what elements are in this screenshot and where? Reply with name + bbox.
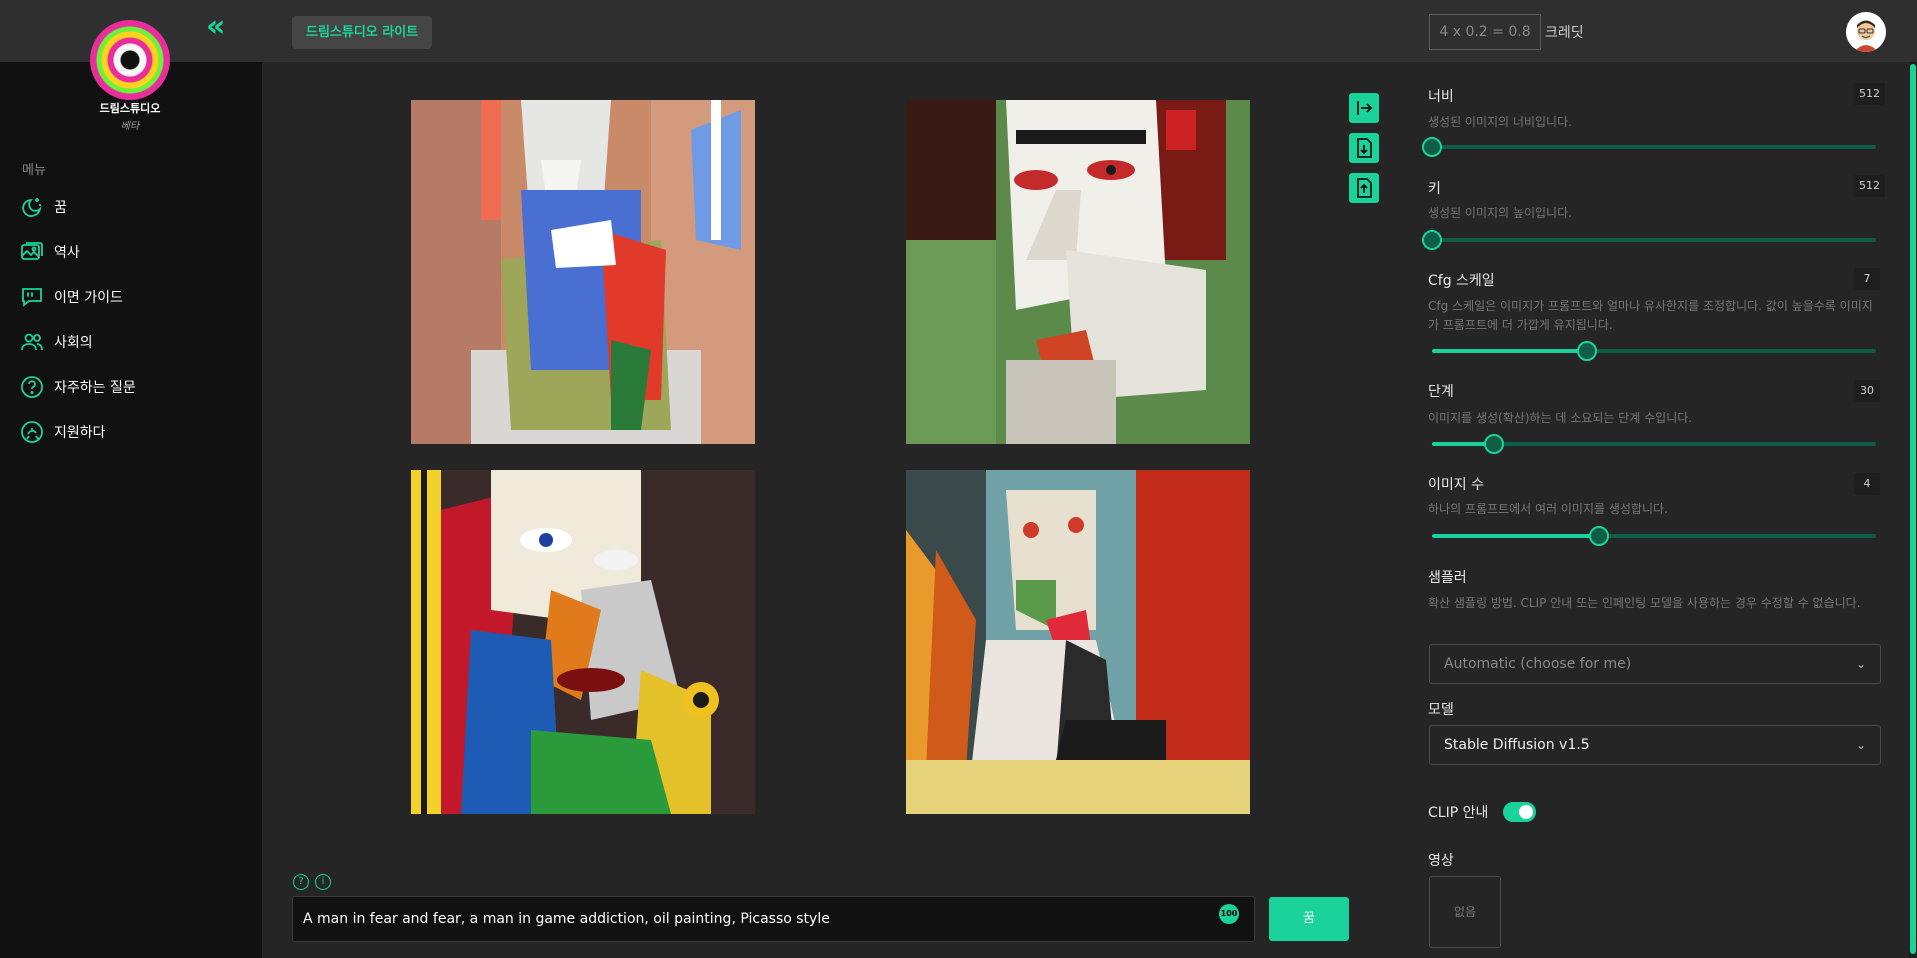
users-icon (20, 330, 44, 354)
file-upscale-icon (1357, 178, 1372, 198)
sidebar-item-community[interactable]: 사회의 (20, 327, 93, 357)
clip-guidance-toggle[interactable] (1503, 802, 1536, 822)
moon-stars-icon (20, 195, 44, 219)
sidebar-item-label: 역사 (54, 245, 80, 261)
cfg-scale-slider[interactable] (1432, 341, 1876, 361)
cfg-scale-label: Cfg 스케일 (1428, 273, 1495, 289)
steps-slider-thumb[interactable] (1484, 434, 1505, 454)
image-count-label: 이미지 수 (1428, 477, 1484, 493)
model-select[interactable]: Stable Diffusion v1.5 ⌄ (1429, 725, 1881, 765)
model-label: 모델 (1428, 702, 1454, 718)
sampler-selected-value: Automatic (choose for me) (1444, 656, 1632, 672)
dreamstudio-lite-button[interactable]: 드림스튜디오 라이트 (292, 16, 433, 49)
image-count-description: 하나의 프롬프트에서 여러 이미지를 생성합니다. (1428, 502, 1668, 516)
download-button[interactable] (1349, 133, 1379, 163)
width-slider-thumb[interactable] (1422, 137, 1442, 157)
cfg-scale-description: Cfg 스케일은 이미지가 프롬프트와 얼마나 유사한지를 조정합니다. 값이 … (1428, 299, 1873, 332)
collapse-sidebar-icon[interactable]: « (206, 12, 236, 44)
height-slider[interactable] (1422, 230, 1876, 250)
width-label: 너비 (1428, 89, 1454, 105)
sampler-description: 확산 샘플링 방법. CLIP 안내 또는 인페인팅 모델을 사용하는 경우 수… (1428, 596, 1861, 610)
send-to-input-button[interactable] (1349, 93, 1379, 123)
sidebar-item-label: 사회의 (54, 335, 93, 351)
width-description: 생성된 이미지의 너비입니다. (1428, 115, 1572, 129)
brand-beta-label: 베타 (120, 121, 140, 132)
steps-label: 단계 (1428, 384, 1454, 400)
arrow-right-bar-icon (1357, 101, 1373, 115)
cfg-scale-slider-thumb[interactable] (1577, 341, 1598, 361)
dreamstudio-logo[interactable] (90, 20, 170, 100)
prompt-help-icons: ? i (293, 874, 331, 890)
help-icon[interactable]: ? (293, 874, 309, 890)
prompt-input[interactable]: A man in fear and fear, a man in game ad… (292, 896, 1255, 942)
steps-value: 30 (1854, 380, 1880, 402)
dreamstudio-app: 드림스튜디오 베타 « 드림스튜디오 라이트 4 x 0.2 = 0.8 크레딧… (0, 0, 1917, 958)
credit-label: 크레딧 (1545, 25, 1584, 41)
steps-description: 이미지를 생성(확산)하는 데 소요되는 단계 수입니다. (1428, 411, 1693, 425)
upscale-button[interactable] (1349, 173, 1379, 203)
steps-slider[interactable] (1432, 434, 1876, 454)
sampler-select[interactable]: Automatic (choose for me) ⌄ (1429, 644, 1881, 684)
chevron-down-icon: ⌄ (1855, 738, 1866, 752)
sidebar-item-history[interactable]: 역사 (20, 237, 80, 267)
image-count-value: 4 (1854, 473, 1880, 495)
info-icon[interactable]: i (315, 874, 331, 890)
clip-guidance-label: CLIP 안내 (1428, 805, 1489, 821)
init-image-label: 영상 (1428, 853, 1454, 869)
top-bar (0, 0, 1917, 62)
init-image-dropzone[interactable]: 없음 (1429, 876, 1501, 948)
generated-image-2[interactable] (906, 100, 1250, 444)
credit-cost-box: 4 x 0.2 = 0.8 (1429, 14, 1541, 50)
user-avatar[interactable] (1846, 12, 1886, 52)
question-circle-icon (20, 375, 44, 399)
sidebar-item-label: 꿈 (54, 200, 67, 216)
image-count-slider-thumb[interactable] (1588, 526, 1609, 546)
sidebar-item-dream[interactable]: 꿈 (20, 192, 67, 222)
settings-scroll-thumb[interactable] (1910, 64, 1916, 954)
sidebar-item-prompt-guide[interactable]: 이면 가이드 (20, 282, 123, 312)
quote-bubble-icon (20, 285, 44, 309)
sidebar-item-label: 자주하는 질문 (54, 380, 136, 396)
height-description: 생성된 이미지의 높이입니다. (1428, 206, 1572, 220)
generated-image-1[interactable] (411, 100, 755, 444)
sampler-label: 샘플러 (1428, 570, 1467, 586)
height-value: 512 (1854, 175, 1885, 197)
sidebar-item-label: 지원하다 (54, 425, 106, 441)
menu-heading: 메뉴 (22, 163, 46, 178)
dream-button[interactable]: 꿈 (1269, 897, 1349, 941)
images-icon (20, 240, 44, 264)
cfg-scale-value: 7 (1854, 268, 1880, 290)
file-download-icon (1357, 138, 1372, 158)
generated-image-3[interactable] (411, 470, 755, 814)
image-count-slider[interactable] (1432, 526, 1876, 546)
generated-image-4[interactable] (906, 470, 1250, 814)
brand-name: 드림스튜디오 (99, 102, 161, 115)
chevron-down-icon: ⌄ (1855, 657, 1866, 671)
width-slider[interactable] (1422, 137, 1876, 157)
height-slider-thumb[interactable] (1422, 230, 1442, 250)
model-selected-value: Stable Diffusion v1.5 (1444, 737, 1590, 753)
sidebar-item-faq[interactable]: 자주하는 질문 (20, 372, 136, 402)
sidebar-item-support[interactable]: 지원하다 (20, 417, 106, 447)
width-value: 512 (1854, 83, 1885, 105)
height-label: 키 (1428, 181, 1441, 197)
prompt-length-indicator: 100 (1219, 904, 1239, 924)
toggle-knob (1519, 805, 1533, 819)
support-icon (20, 420, 44, 444)
sidebar-item-label: 이면 가이드 (54, 290, 123, 306)
